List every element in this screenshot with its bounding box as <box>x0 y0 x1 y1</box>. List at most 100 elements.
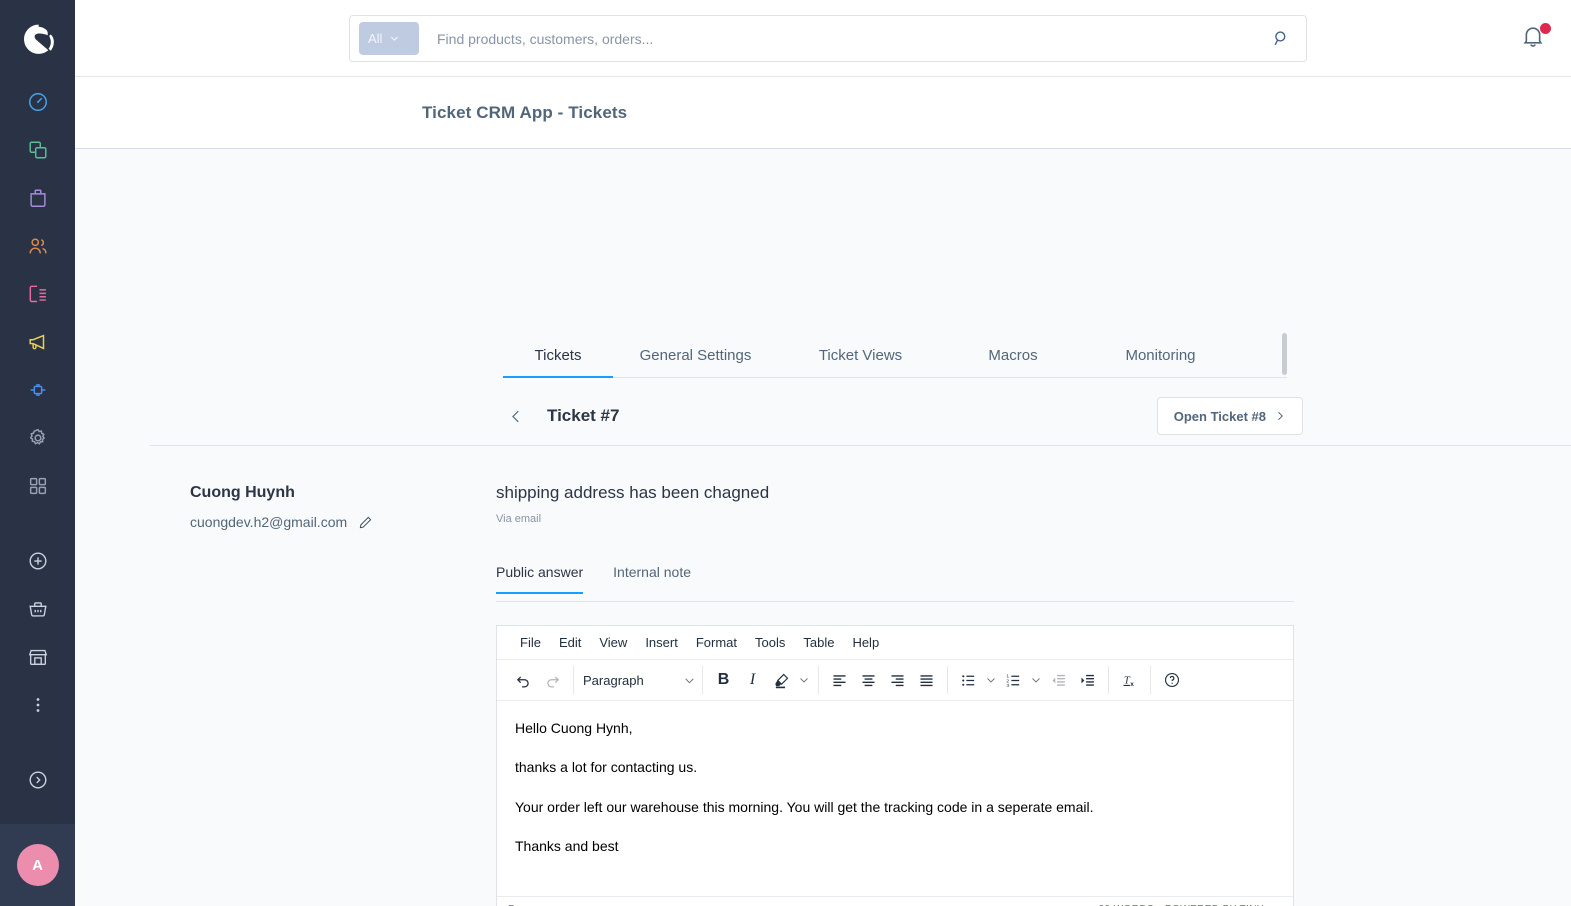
menu-view[interactable]: View <box>590 632 636 653</box>
tab-general-settings[interactable]: General Settings <box>613 347 778 377</box>
sidebar-item-apps[interactable] <box>0 462 75 510</box>
sidebar-item-customers[interactable] <box>0 222 75 270</box>
answer-type-tabs: Public answer Internal note <box>496 564 1294 602</box>
sidebar-item-settings[interactable] <box>0 414 75 462</box>
menu-edit[interactable]: Edit <box>550 632 590 653</box>
block-format-select[interactable]: Paragraph <box>574 666 702 695</box>
numbered-list-caret[interactable] <box>1028 666 1044 695</box>
menu-file[interactable]: File <box>511 632 550 653</box>
avatar[interactable]: A <box>16 844 59 886</box>
sidebar-item-content[interactable] <box>0 270 75 318</box>
bold-button[interactable]: B <box>709 666 738 695</box>
align-justify-button[interactable] <box>912 666 941 695</box>
gear-icon <box>29 428 45 445</box>
sidebar-item-catalogues[interactable] <box>0 126 75 174</box>
highlight-button[interactable] <box>767 666 796 695</box>
plus-circle-icon <box>29 552 46 570</box>
customer-email: cuongdev.h2@gmail.com <box>190 514 348 530</box>
italic-button[interactable]: I <box>738 666 767 695</box>
editor-paragraph: thanks a lot for contacting us. <box>515 759 698 776</box>
rich-text-editor: File Edit View Insert Format Tools Table… <box>496 625 1294 906</box>
tab-monitoring[interactable]: Monitoring <box>1083 347 1238 377</box>
align-left-button[interactable] <box>825 666 854 695</box>
store-icon <box>28 649 47 666</box>
outdent-icon <box>1052 674 1065 686</box>
indent-button[interactable] <box>1073 666 1102 695</box>
tab-public-answer[interactable]: Public answer <box>496 564 584 594</box>
editor-statusbar: P 29 WORDS POWERED BY TINY <box>497 896 1293 906</box>
sidebar-item-more[interactable] <box>0 681 75 729</box>
menu-help[interactable]: Help <box>843 632 888 653</box>
sidebar-item-marketing[interactable] <box>0 318 75 366</box>
shopware-logo-icon <box>23 24 54 54</box>
sidebar-item-dashboard[interactable] <box>0 78 75 126</box>
undo-button[interactable] <box>509 666 538 695</box>
bullet-list-caret[interactable] <box>983 666 999 695</box>
module-tabs: Tickets General Settings Ticket Views Ma… <box>503 331 1287 378</box>
customer-panel: Cuong Huynh cuongdev.h2@gmail.com <box>190 484 460 530</box>
ticket-header: Ticket #7 Open Ticket #8 <box>503 387 1303 445</box>
edit-customer-button[interactable] <box>358 515 373 530</box>
numbered-list-button[interactable]: 123 <box>999 666 1028 695</box>
editor-paragraph: Thanks and best <box>515 837 619 854</box>
content-area: Tickets General Settings Ticket Views Ma… <box>75 149 1571 906</box>
top-bar: All <box>75 0 1571 77</box>
search-scope-dropdown[interactable]: All <box>359 22 419 55</box>
menu-table[interactable]: Table <box>794 632 843 653</box>
sidebar-item-add[interactable] <box>0 537 75 585</box>
sidebar-item-basket[interactable] <box>0 585 75 633</box>
sidebar-item-extensions[interactable] <box>0 366 75 414</box>
svg-text:x: x <box>1130 681 1134 688</box>
gauge-icon <box>28 93 47 111</box>
notification-badge <box>1540 23 1551 34</box>
brand-logo[interactable] <box>0 0 75 78</box>
main-region: All Ticket CRM App - Tickets <box>75 0 1571 906</box>
help-button[interactable] <box>1157 666 1186 695</box>
align-right-button[interactable] <box>883 666 912 695</box>
bullet-list-icon <box>962 674 975 686</box>
tab-tickets[interactable]: Tickets <box>503 347 613 378</box>
chevron-right-icon <box>1278 411 1283 421</box>
highlight-color-caret[interactable] <box>796 666 812 695</box>
bullet-list-button[interactable] <box>954 666 983 695</box>
menu-format[interactable]: Format <box>687 632 746 653</box>
clear-formatting-button[interactable]: T x <box>1115 666 1144 695</box>
undo-icon <box>516 676 529 688</box>
copy-icon <box>28 141 47 159</box>
back-button[interactable] <box>503 403 529 429</box>
megaphone-icon <box>28 334 44 350</box>
message-subject-block: shipping address has been chagned Via em… <box>496 483 769 525</box>
chevron-down-icon <box>800 678 808 683</box>
chevron-down-icon <box>987 678 995 683</box>
user-avatar-zone[interactable]: A <box>0 824 75 906</box>
search-button[interactable] <box>1264 29 1298 48</box>
outdent-button[interactable] <box>1044 666 1073 695</box>
clear-format-icon: T x <box>1123 675 1134 688</box>
sidebar-item-store[interactable] <box>0 633 75 681</box>
search-input[interactable] <box>419 30 1264 47</box>
customer-name: Cuong Huynh <box>190 484 295 501</box>
sidebar-expand-button[interactable] <box>0 756 75 804</box>
tab-internal-note[interactable]: Internal note <box>613 564 691 593</box>
tabs-scrollbar[interactable] <box>1282 333 1287 375</box>
redo-button[interactable] <box>538 666 567 695</box>
tab-ticket-views[interactable]: Ticket Views <box>778 347 943 377</box>
message-subject: shipping address has been chagned <box>496 483 770 502</box>
menu-insert[interactable]: Insert <box>636 632 687 653</box>
align-center-button[interactable] <box>854 666 883 695</box>
sidebar-item-orders[interactable] <box>0 174 75 222</box>
more-vertical-icon <box>36 698 39 712</box>
shopware-admin-window: A All Find products, customers, orders..… <box>0 0 1571 906</box>
menu-tools[interactable]: Tools <box>746 632 794 653</box>
global-search[interactable]: All <box>349 15 1307 62</box>
search-icon <box>1274 31 1285 46</box>
editor-content[interactable]: Hello Cuong Hynh, thanks a lot for conta… <box>497 701 1293 896</box>
notifications-button[interactable] <box>1519 22 1553 56</box>
grid-icon <box>29 477 46 495</box>
open-next-ticket-button[interactable]: Open Ticket #8 <box>1156 397 1303 435</box>
chevron-down-icon <box>685 678 694 683</box>
page-title: Ticket CRM App - Tickets <box>422 102 628 122</box>
editor-paragraph: Your order left our warehouse this morni… <box>515 798 1094 815</box>
tab-macros[interactable]: Macros <box>943 347 1083 377</box>
help-circle-icon <box>1164 672 1179 688</box>
